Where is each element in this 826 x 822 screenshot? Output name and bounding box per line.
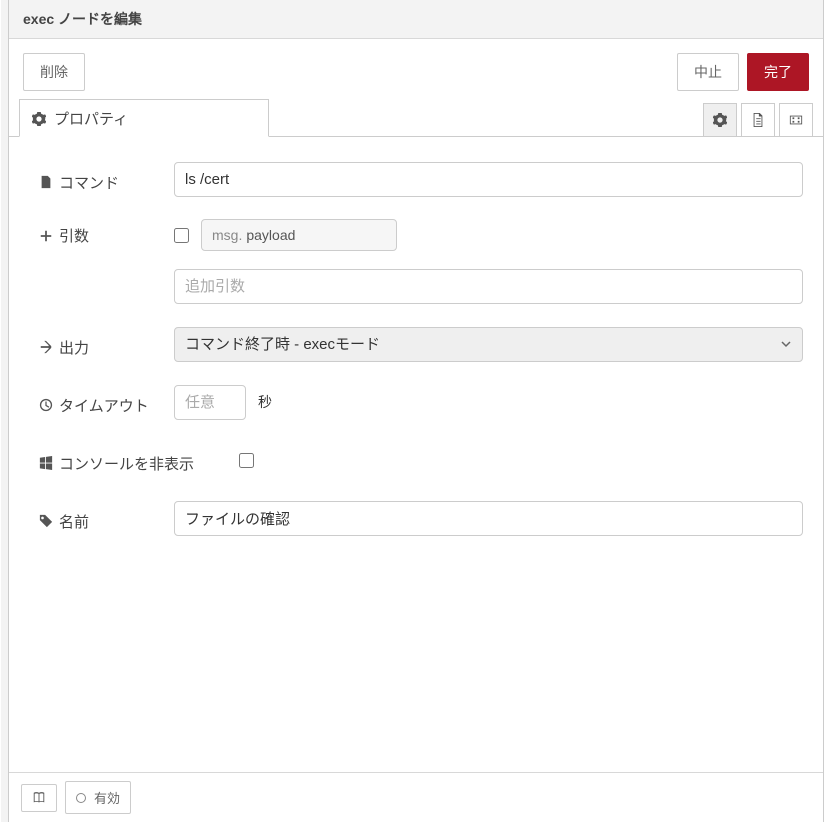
tab-properties[interactable]: プロパティ [19, 99, 269, 137]
tab-icon-appearance[interactable] [779, 103, 813, 137]
tag-icon [39, 514, 53, 528]
hideconsole-checkbox[interactable] [239, 453, 254, 468]
file-icon [751, 113, 765, 127]
clock-icon [39, 398, 53, 412]
enabled-toggle[interactable]: 有効 [65, 781, 131, 814]
label-output: 出力 [39, 331, 174, 358]
gear-icon [32, 112, 46, 126]
msg-prefix: msg. [212, 227, 242, 243]
label-append: 引数 [39, 219, 174, 246]
label-command: コマンド [39, 166, 174, 193]
output-select[interactable]: コマンド終了時 - execモード [174, 327, 803, 362]
tab-icon-description[interactable] [741, 103, 775, 137]
dialog-title-text: exec ノードを編集 [23, 11, 142, 27]
name-input[interactable] [174, 501, 803, 536]
tab-properties-label: プロパティ [54, 108, 128, 129]
timeout-unit: 秒 [258, 392, 272, 412]
file-icon [39, 175, 53, 189]
msg-field: payload [242, 227, 295, 243]
msg-payload-pill[interactable]: msg. payload [201, 219, 397, 251]
help-button[interactable] [21, 784, 57, 812]
label-name: 名前 [39, 505, 174, 532]
layout-icon [789, 113, 803, 127]
extra-args-input[interactable] [174, 269, 803, 304]
label-hideconsole: コンソールを非表示 [39, 447, 239, 474]
label-timeout: タイムアウト [39, 389, 174, 416]
circle-icon [76, 793, 86, 803]
arrow-right-icon [39, 340, 53, 354]
plus-icon [39, 229, 53, 243]
dialog-title: exec ノードを編集 [9, 0, 823, 39]
gear-icon [713, 113, 727, 127]
tab-icon-settings[interactable] [703, 103, 737, 137]
delete-button[interactable]: 削除 [23, 53, 85, 91]
command-input[interactable] [174, 162, 803, 197]
enabled-label: 有効 [94, 788, 120, 807]
cancel-button[interactable]: 中止 [677, 53, 739, 91]
book-icon [32, 791, 46, 805]
timeout-input[interactable] [174, 385, 246, 420]
windows-icon [39, 456, 53, 470]
done-button[interactable]: 完了 [747, 53, 809, 91]
append-payload-checkbox[interactable] [174, 228, 189, 243]
